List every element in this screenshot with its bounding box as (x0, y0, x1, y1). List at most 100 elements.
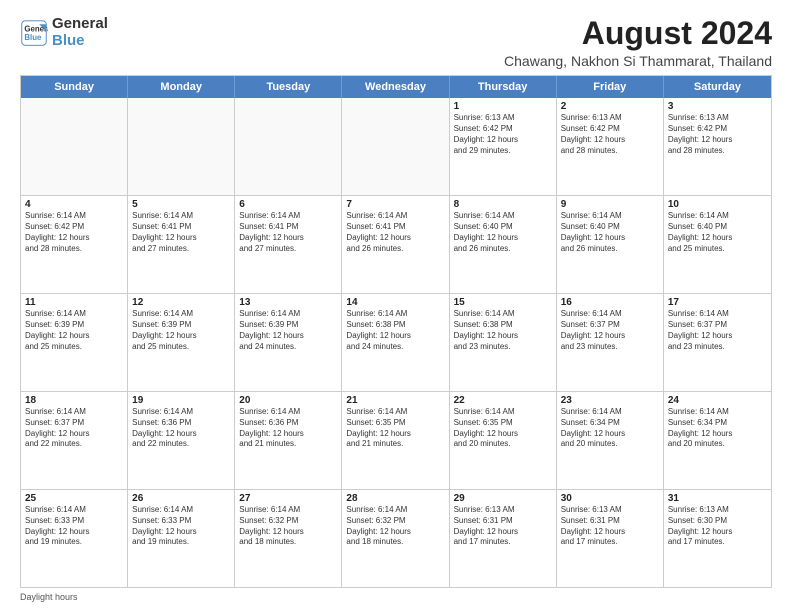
svg-text:Blue: Blue (24, 33, 42, 42)
calendar-cell: 31Sunrise: 6:13 AMSunset: 6:30 PMDayligh… (664, 490, 771, 587)
calendar-cell: 27Sunrise: 6:14 AMSunset: 6:32 PMDayligh… (235, 490, 342, 587)
day-number: 29 (454, 493, 552, 504)
calendar-cell: 9Sunrise: 6:14 AMSunset: 6:40 PMDaylight… (557, 196, 664, 293)
calendar-cell: 7Sunrise: 6:14 AMSunset: 6:41 PMDaylight… (342, 196, 449, 293)
calendar-header-cell: Friday (557, 76, 664, 98)
day-number: 27 (239, 493, 337, 504)
calendar-cell (128, 98, 235, 195)
logo-text: General Blue (52, 16, 108, 49)
calendar-cell: 18Sunrise: 6:14 AMSunset: 6:37 PMDayligh… (21, 392, 128, 489)
header: General Blue General Blue August 2024 Ch… (20, 16, 772, 69)
day-number: 22 (454, 395, 552, 406)
cell-info: Sunrise: 6:14 AMSunset: 6:34 PMDaylight:… (668, 407, 767, 450)
day-number: 6 (239, 199, 337, 210)
cell-info: Sunrise: 6:14 AMSunset: 6:34 PMDaylight:… (561, 407, 659, 450)
calendar-cell: 15Sunrise: 6:14 AMSunset: 6:38 PMDayligh… (450, 294, 557, 391)
day-number: 12 (132, 297, 230, 308)
calendar-week: 18Sunrise: 6:14 AMSunset: 6:37 PMDayligh… (21, 392, 771, 490)
calendar-week: 4Sunrise: 6:14 AMSunset: 6:42 PMDaylight… (21, 196, 771, 294)
day-number: 11 (25, 297, 123, 308)
cell-info: Sunrise: 6:14 AMSunset: 6:37 PMDaylight:… (668, 309, 767, 352)
calendar-header-cell: Saturday (664, 76, 771, 98)
cell-info: Sunrise: 6:14 AMSunset: 6:41 PMDaylight:… (132, 211, 230, 254)
calendar-cell: 25Sunrise: 6:14 AMSunset: 6:33 PMDayligh… (21, 490, 128, 587)
calendar-cell: 19Sunrise: 6:14 AMSunset: 6:36 PMDayligh… (128, 392, 235, 489)
calendar-cell: 23Sunrise: 6:14 AMSunset: 6:34 PMDayligh… (557, 392, 664, 489)
cell-info: Sunrise: 6:14 AMSunset: 6:35 PMDaylight:… (346, 407, 444, 450)
cell-info: Sunrise: 6:14 AMSunset: 6:37 PMDaylight:… (561, 309, 659, 352)
calendar-header-cell: Monday (128, 76, 235, 98)
cell-info: Sunrise: 6:13 AMSunset: 6:42 PMDaylight:… (561, 113, 659, 156)
cell-info: Sunrise: 6:14 AMSunset: 6:41 PMDaylight:… (239, 211, 337, 254)
calendar-cell: 20Sunrise: 6:14 AMSunset: 6:36 PMDayligh… (235, 392, 342, 489)
cell-info: Sunrise: 6:13 AMSunset: 6:42 PMDaylight:… (668, 113, 767, 156)
cell-info: Sunrise: 6:13 AMSunset: 6:30 PMDaylight:… (668, 505, 767, 548)
cell-info: Sunrise: 6:14 AMSunset: 6:38 PMDaylight:… (346, 309, 444, 352)
calendar-cell: 16Sunrise: 6:14 AMSunset: 6:37 PMDayligh… (557, 294, 664, 391)
day-number: 17 (668, 297, 767, 308)
location: Chawang, Nakhon Si Thammarat, Thailand (504, 53, 772, 69)
day-number: 19 (132, 395, 230, 406)
calendar-cell: 5Sunrise: 6:14 AMSunset: 6:41 PMDaylight… (128, 196, 235, 293)
day-number: 15 (454, 297, 552, 308)
calendar-cell: 21Sunrise: 6:14 AMSunset: 6:35 PMDayligh… (342, 392, 449, 489)
cell-info: Sunrise: 6:14 AMSunset: 6:39 PMDaylight:… (239, 309, 337, 352)
day-number: 2 (561, 101, 659, 112)
day-number: 1 (454, 101, 552, 112)
cell-info: Sunrise: 6:14 AMSunset: 6:39 PMDaylight:… (132, 309, 230, 352)
cell-info: Sunrise: 6:14 AMSunset: 6:37 PMDaylight:… (25, 407, 123, 450)
cell-info: Sunrise: 6:13 AMSunset: 6:31 PMDaylight:… (561, 505, 659, 548)
day-number: 7 (346, 199, 444, 210)
calendar-cell: 10Sunrise: 6:14 AMSunset: 6:40 PMDayligh… (664, 196, 771, 293)
day-number: 3 (668, 101, 767, 112)
calendar-header: SundayMondayTuesdayWednesdayThursdayFrid… (21, 76, 771, 98)
calendar-cell (235, 98, 342, 195)
day-number: 18 (25, 395, 123, 406)
calendar-cell: 26Sunrise: 6:14 AMSunset: 6:33 PMDayligh… (128, 490, 235, 587)
calendar-cell: 12Sunrise: 6:14 AMSunset: 6:39 PMDayligh… (128, 294, 235, 391)
day-number: 31 (668, 493, 767, 504)
cell-info: Sunrise: 6:14 AMSunset: 6:36 PMDaylight:… (239, 407, 337, 450)
day-number: 20 (239, 395, 337, 406)
day-number: 4 (25, 199, 123, 210)
day-number: 8 (454, 199, 552, 210)
calendar-cell: 14Sunrise: 6:14 AMSunset: 6:38 PMDayligh… (342, 294, 449, 391)
cell-info: Sunrise: 6:14 AMSunset: 6:33 PMDaylight:… (132, 505, 230, 548)
calendar: SundayMondayTuesdayWednesdayThursdayFrid… (20, 75, 772, 588)
day-number: 5 (132, 199, 230, 210)
day-number: 26 (132, 493, 230, 504)
day-number: 21 (346, 395, 444, 406)
calendar-cell: 28Sunrise: 6:14 AMSunset: 6:32 PMDayligh… (342, 490, 449, 587)
calendar-header-cell: Thursday (450, 76, 557, 98)
calendar-body: 1Sunrise: 6:13 AMSunset: 6:42 PMDaylight… (21, 98, 771, 587)
calendar-cell: 30Sunrise: 6:13 AMSunset: 6:31 PMDayligh… (557, 490, 664, 587)
cell-info: Sunrise: 6:14 AMSunset: 6:42 PMDaylight:… (25, 211, 123, 254)
logo-line1: General (52, 16, 108, 33)
calendar-header-cell: Sunday (21, 76, 128, 98)
month-year: August 2024 (504, 16, 772, 51)
cell-info: Sunrise: 6:14 AMSunset: 6:40 PMDaylight:… (561, 211, 659, 254)
calendar-header-cell: Tuesday (235, 76, 342, 98)
day-number: 23 (561, 395, 659, 406)
calendar-cell: 13Sunrise: 6:14 AMSunset: 6:39 PMDayligh… (235, 294, 342, 391)
logo-line2: Blue (52, 33, 108, 50)
cell-info: Sunrise: 6:13 AMSunset: 6:42 PMDaylight:… (454, 113, 552, 156)
cell-info: Sunrise: 6:14 AMSunset: 6:32 PMDaylight:… (239, 505, 337, 548)
cell-info: Sunrise: 6:13 AMSunset: 6:31 PMDaylight:… (454, 505, 552, 548)
day-number: 16 (561, 297, 659, 308)
calendar-cell (21, 98, 128, 195)
logo-icon: General Blue (20, 19, 48, 47)
calendar-cell: 29Sunrise: 6:13 AMSunset: 6:31 PMDayligh… (450, 490, 557, 587)
calendar-cell: 8Sunrise: 6:14 AMSunset: 6:40 PMDaylight… (450, 196, 557, 293)
logo: General Blue General Blue (20, 16, 108, 49)
calendar-cell (342, 98, 449, 195)
cell-info: Sunrise: 6:14 AMSunset: 6:38 PMDaylight:… (454, 309, 552, 352)
page: General Blue General Blue August 2024 Ch… (0, 0, 792, 612)
day-number: 24 (668, 395, 767, 406)
calendar-cell: 2Sunrise: 6:13 AMSunset: 6:42 PMDaylight… (557, 98, 664, 195)
calendar-cell: 22Sunrise: 6:14 AMSunset: 6:35 PMDayligh… (450, 392, 557, 489)
calendar-cell: 17Sunrise: 6:14 AMSunset: 6:37 PMDayligh… (664, 294, 771, 391)
day-number: 10 (668, 199, 767, 210)
calendar-week: 25Sunrise: 6:14 AMSunset: 6:33 PMDayligh… (21, 490, 771, 587)
calendar-cell: 4Sunrise: 6:14 AMSunset: 6:42 PMDaylight… (21, 196, 128, 293)
